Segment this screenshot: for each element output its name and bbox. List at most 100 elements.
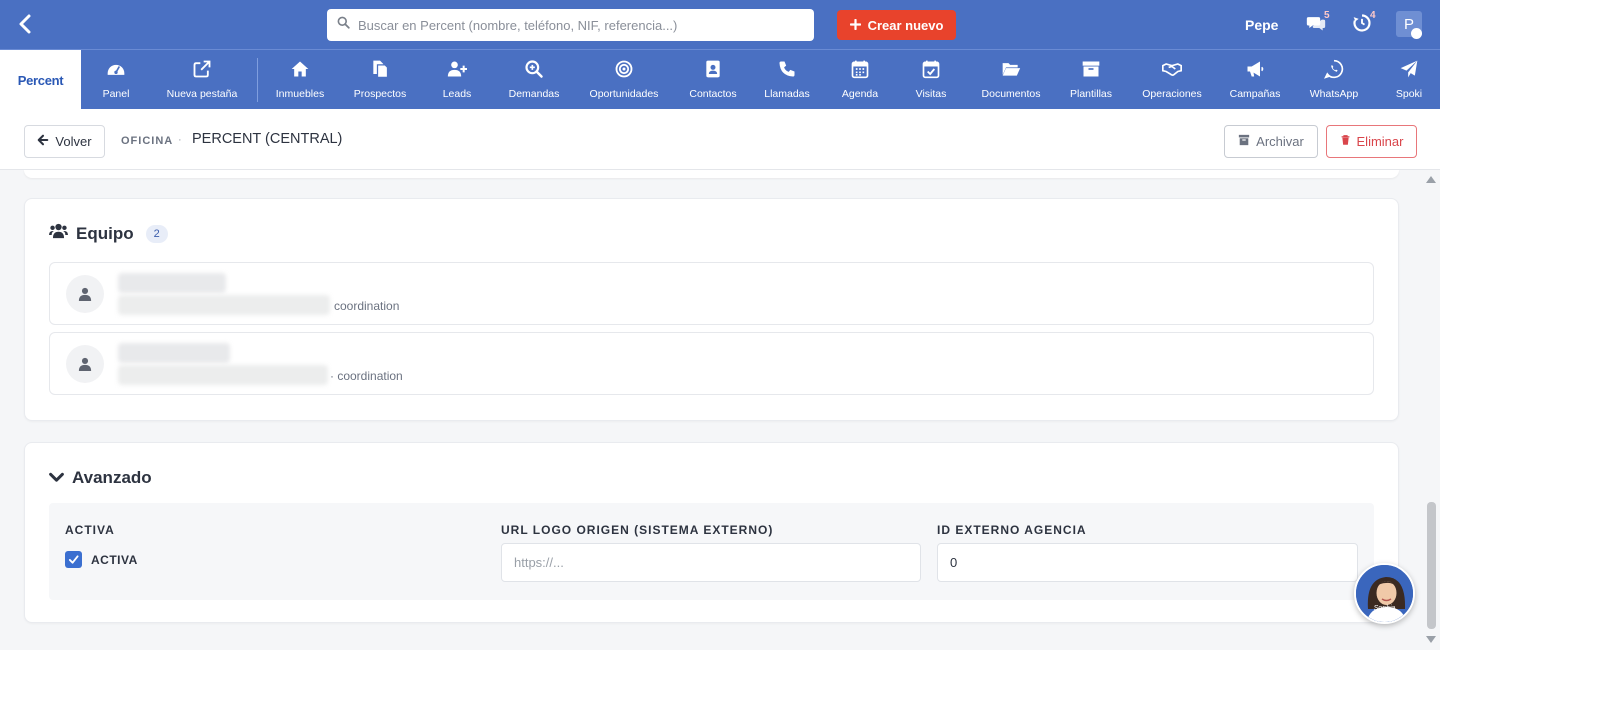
member-role: · coordination	[330, 369, 403, 383]
nav-label: Nueva pestaña	[166, 88, 238, 100]
scroll-up-arrow[interactable]	[1426, 176, 1436, 183]
nav-item-demandas[interactable]: Demandas	[489, 59, 579, 100]
nav-label: Oportunidades	[589, 88, 659, 100]
nav-label: Documentos	[981, 88, 1041, 100]
redacted-member-email	[118, 295, 330, 315]
calendar-check-icon	[921, 59, 941, 84]
nav-item-plantillas[interactable]: Plantillas	[1046, 59, 1136, 100]
nav-label: Panel	[102, 88, 130, 100]
logo-url-input[interactable]	[501, 543, 921, 582]
assistant-avatar-button[interactable]: Sophia	[1354, 563, 1415, 624]
address-book-icon	[703, 59, 723, 84]
user-icon	[66, 345, 104, 383]
advanced-card: Avanzado ACTIVA ACTIVA URL LOGO ORIGEN (…	[24, 442, 1399, 623]
delete-button-label: Eliminar	[1356, 134, 1404, 149]
nav-item-inmuebles[interactable]: Inmuebles	[255, 59, 345, 100]
nav-label: Agenda	[841, 88, 879, 100]
assistant-name: Sophia	[1373, 605, 1396, 612]
arrow-left-icon	[37, 134, 49, 149]
top-bar: Crear nuevo Pepe 5 4 P	[0, 0, 1440, 49]
search-input[interactable]	[358, 17, 798, 33]
megaphone-icon	[1245, 59, 1265, 84]
team-card: Equipo 2 coordination · coordination	[24, 198, 1399, 421]
calendar-icon	[850, 59, 870, 84]
redacted-member-name	[118, 343, 230, 363]
back-button[interactable]: Volver	[24, 125, 105, 158]
user-plus-icon	[447, 59, 467, 84]
nav-label: Plantillas	[1069, 88, 1113, 100]
scroll-down-arrow[interactable]	[1426, 636, 1436, 643]
breadcrumb-separator: ·	[178, 134, 182, 146]
advanced-fields-panel: ACTIVA ACTIVA URL LOGO ORIGEN (SISTEMA E…	[49, 503, 1374, 600]
nav-label: Visitas	[915, 88, 947, 100]
logo-text: Percent	[17, 72, 64, 88]
nav-label: Campañas	[1229, 88, 1281, 100]
page-title: PERCENT (CENTRAL)	[192, 131, 343, 147]
create-new-button[interactable]: Crear nuevo	[837, 10, 956, 40]
search-plus-icon	[524, 59, 544, 84]
user-name[interactable]: Pepe	[1245, 17, 1278, 33]
handshake-icon	[1162, 59, 1182, 84]
phone-icon	[777, 59, 797, 84]
team-title-label: Equipo	[76, 223, 134, 243]
percent-logo[interactable]: Percent	[0, 50, 81, 110]
nav-label: Llamadas	[764, 88, 810, 100]
team-count-badge: 2	[145, 224, 168, 243]
redacted-member-email	[118, 365, 328, 385]
nav-item-spoki[interactable]: Spoki	[1364, 59, 1440, 100]
team-member-row[interactable]: · coordination	[49, 332, 1374, 395]
create-new-label: Crear nuevo	[867, 17, 944, 33]
nav-label: WhatsApp	[1309, 88, 1359, 100]
active-checkbox-label[interactable]: ACTIVA	[91, 553, 138, 567]
user-icon	[66, 275, 104, 313]
nav-item-new-tab[interactable]: Nueva pestaña	[157, 59, 247, 100]
archive-button[interactable]: Archivar	[1224, 125, 1318, 158]
trash-icon	[1340, 134, 1351, 149]
archive-button-label: Archivar	[1256, 134, 1304, 149]
notifications-badge: 4	[1370, 10, 1376, 21]
member-role: coordination	[334, 299, 400, 313]
previous-card-edge	[24, 170, 1399, 178]
nav-item-documentos[interactable]: Documentos	[966, 59, 1056, 100]
archive-icon	[1081, 59, 1101, 84]
nav-label: Contactos	[689, 88, 737, 100]
bullseye-icon	[614, 59, 634, 84]
external-link-icon	[192, 59, 212, 84]
nav-label: Demandas	[508, 88, 560, 100]
archive-icon	[1238, 134, 1250, 149]
back-arrow-icon[interactable]	[14, 12, 38, 36]
chevron-down-icon	[49, 468, 64, 488]
breadcrumb-office[interactable]: OFICINA	[121, 135, 173, 147]
nav-label: Inmuebles	[275, 88, 325, 100]
search-icon	[337, 16, 350, 34]
advanced-section-toggle[interactable]: Avanzado	[49, 468, 152, 488]
messages-button[interactable]: 5	[1306, 10, 1330, 37]
nav-label: Spoki	[1395, 88, 1423, 100]
comments-icon	[1306, 17, 1326, 37]
whatsapp-icon	[1324, 59, 1344, 84]
online-status-dot	[1411, 28, 1422, 39]
nav-item-panel[interactable]: Panel	[71, 59, 161, 100]
nav-label: Operaciones	[1142, 88, 1202, 100]
active-checkbox[interactable]	[65, 551, 82, 568]
notifications-button[interactable]: 4	[1352, 10, 1376, 37]
check-icon	[68, 555, 79, 564]
nav-item-campanas[interactable]: Campañas	[1210, 59, 1300, 100]
scrollbar-thumb[interactable]	[1427, 502, 1436, 629]
paper-plane-icon	[1399, 59, 1419, 84]
delete-button[interactable]: Eliminar	[1326, 125, 1417, 158]
plus-icon	[849, 18, 861, 33]
nav-item-oportunidades[interactable]: Oportunidades	[579, 59, 669, 100]
assistant-portrait-icon	[1356, 565, 1413, 622]
redacted-member-name	[118, 273, 226, 293]
nav-label: Prospectos	[353, 88, 407, 100]
dashboard-icon	[106, 59, 126, 84]
logo-url-field-label: URL LOGO ORIGEN (SISTEMA EXTERNO)	[501, 523, 774, 537]
global-search[interactable]	[327, 9, 814, 41]
external-id-input[interactable]	[937, 543, 1358, 582]
nav-item-operaciones[interactable]: Operaciones	[1127, 59, 1217, 100]
main-nav: Percent Panel Nueva pestaña Inmuebles Pr…	[0, 49, 1440, 110]
nav-item-visitas[interactable]: Visitas	[886, 59, 976, 100]
folder-icon	[1001, 59, 1021, 84]
team-member-row[interactable]: coordination	[49, 262, 1374, 325]
